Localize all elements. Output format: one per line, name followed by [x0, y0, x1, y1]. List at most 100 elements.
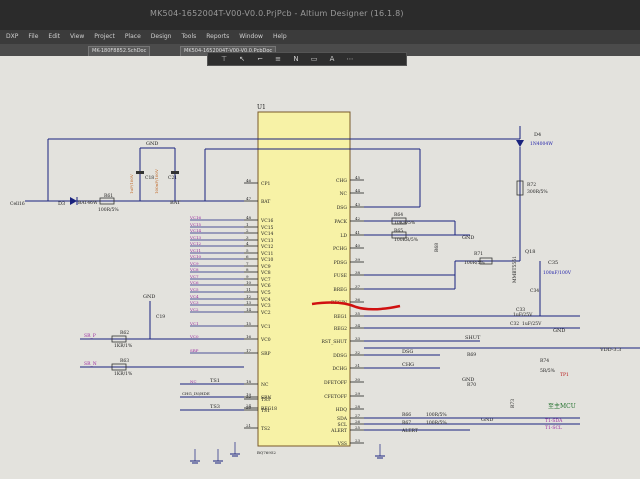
vc-net-label: VC2	[189, 307, 199, 312]
pin-number: 35	[355, 311, 361, 316]
vdd-label: VDD-3.3	[599, 347, 621, 353]
gnd-label-3: GND	[553, 328, 565, 334]
pin-number: 10	[246, 280, 252, 285]
bus-icon[interactable]: ≡	[272, 55, 284, 64]
r72-value: 300R/5%	[527, 189, 548, 195]
menu-item-edit[interactable]: Edit	[48, 30, 60, 44]
r61-designator: R61	[104, 193, 113, 199]
vc-net-label: VC15	[189, 222, 201, 227]
wire-icon[interactable]: ⌐	[254, 55, 266, 64]
chg-in-label: CHG_IN/HDE	[182, 391, 210, 396]
vc-net-label: VC9	[189, 261, 199, 266]
pin-number: 18	[246, 379, 252, 384]
more-icon[interactable]: ⋯	[344, 55, 356, 64]
pin-name: VC7	[260, 277, 271, 283]
vc-net-label: VC7	[189, 274, 199, 279]
pin-number: 45	[355, 175, 361, 180]
pin-name: ALERT	[330, 428, 347, 434]
schematic-canvas[interactable]: U1 BQ76952 46 CP1 47 BAT 48 VC16 1 VC15 2 VC14 3 VC13…	[0, 56, 640, 479]
c18-value: 1uF/100V	[129, 174, 134, 194]
pin-name: VC1	[260, 324, 271, 330]
pin-name: VC12	[260, 244, 274, 250]
pin-name: DCHG	[332, 366, 347, 372]
pointer-icon[interactable]: ↖	[236, 55, 248, 64]
r67-value: 100R/5%	[426, 420, 447, 426]
menu-item-place[interactable]: Place	[125, 30, 141, 44]
vc-net-label: VC10	[189, 254, 201, 259]
pin-name: CFETOFF	[324, 394, 347, 400]
menu-item-window[interactable]: Window	[239, 30, 263, 44]
menu-item-dxp[interactable]: DXP	[6, 30, 18, 44]
pin-name: VC13	[260, 238, 274, 244]
r74-value: 5R/5%	[540, 368, 556, 374]
chip-designator: U1	[257, 104, 266, 111]
pin-name: VC11	[260, 251, 274, 257]
shut-label: SHUT	[465, 335, 481, 341]
pin-number: 30	[355, 377, 361, 382]
pin-number: 34	[355, 323, 361, 328]
pin-name: REG2	[334, 326, 347, 332]
pin-number: 16	[246, 334, 252, 339]
pin-number: 43	[355, 202, 361, 207]
c33-value: 1uF/25V	[513, 312, 533, 318]
menu-item-reports[interactable]: Reports	[206, 30, 229, 44]
vc-net-label: VC12	[189, 241, 201, 246]
t1-scl-label: T1-SCL	[545, 425, 562, 431]
pin-name: SRP	[261, 351, 271, 357]
text-icon[interactable]: A	[326, 55, 338, 64]
pin-number: 25	[355, 425, 361, 430]
vc-net-label: VC14	[189, 228, 201, 233]
r61-value: 100R/5%	[98, 207, 119, 213]
menu-item-view[interactable]: View	[70, 30, 84, 44]
c32-designator: C32	[510, 321, 519, 327]
pin-number: 27	[355, 413, 361, 418]
menu-item-file[interactable]: File	[28, 30, 38, 44]
port-icon[interactable]: ▭	[308, 55, 320, 64]
mcu-label: 至主MCU	[548, 402, 576, 410]
r62-designator: R62	[120, 330, 129, 336]
pin-name: VC5	[260, 290, 271, 296]
menu-item-tools[interactable]: Tools	[181, 30, 196, 44]
vc-net-label: VC3	[189, 300, 199, 305]
r65-value: 100KR/5%	[394, 237, 419, 243]
pin-number: 37	[355, 284, 361, 289]
pin-number: 31	[355, 363, 360, 368]
pin-number: 2	[246, 228, 249, 233]
vc-net-label: VC0	[189, 334, 199, 339]
title-bar: MK504-1652004T-V00-V0.0.PrjPcb - Altium …	[0, 0, 640, 30]
menu-item-design[interactable]: Design	[151, 30, 172, 44]
r62-value: 1KR/1%	[114, 343, 133, 349]
gnd-label-4: GND	[143, 294, 155, 300]
vc-net-label: VC1	[189, 321, 199, 326]
pin-name: RST_SHUT	[321, 339, 347, 345]
gnd-label: GND	[146, 141, 158, 147]
altium-screen: MK504-1652004T-V00-V0.0.PrjPcb - Altium …	[0, 0, 640, 479]
menu-item-help[interactable]: Help	[273, 30, 287, 44]
pin-name: NC	[261, 382, 269, 388]
pin-name: VC8	[260, 270, 271, 276]
filter-icon[interactable]: ⊤	[218, 55, 230, 64]
pin-name: PDSG	[334, 260, 348, 266]
pin-number: 39	[355, 257, 361, 262]
pin-name: FUSE	[334, 273, 347, 279]
pin-number: 48	[246, 215, 252, 220]
r68-designator: R68	[434, 243, 440, 252]
gnd-label-2: GND	[462, 235, 474, 241]
pin-number: 1	[246, 222, 249, 227]
c32-value: 1uF/25V	[522, 321, 542, 327]
c21-designator: C21	[168, 175, 177, 181]
pin-number: 28	[355, 404, 361, 409]
pin-name: BAT	[261, 199, 270, 205]
pin-number: 23	[355, 438, 361, 443]
c18-designator: C18	[145, 175, 154, 181]
netlabel-icon[interactable]: N	[290, 55, 302, 64]
menu-item-project[interactable]: Project	[94, 30, 115, 44]
pin-name: VC15	[260, 225, 274, 231]
r63-designator: R63	[120, 358, 129, 364]
window-title: MK504-1652004T-V00-V0.0.PrjPcb - Altium …	[150, 9, 404, 18]
diode-d4-icon	[516, 140, 524, 147]
pin-number: 8	[246, 267, 249, 272]
r65-designator: R65	[394, 228, 403, 234]
pin-number: 14	[246, 307, 252, 312]
pin-number: 46	[246, 178, 252, 183]
